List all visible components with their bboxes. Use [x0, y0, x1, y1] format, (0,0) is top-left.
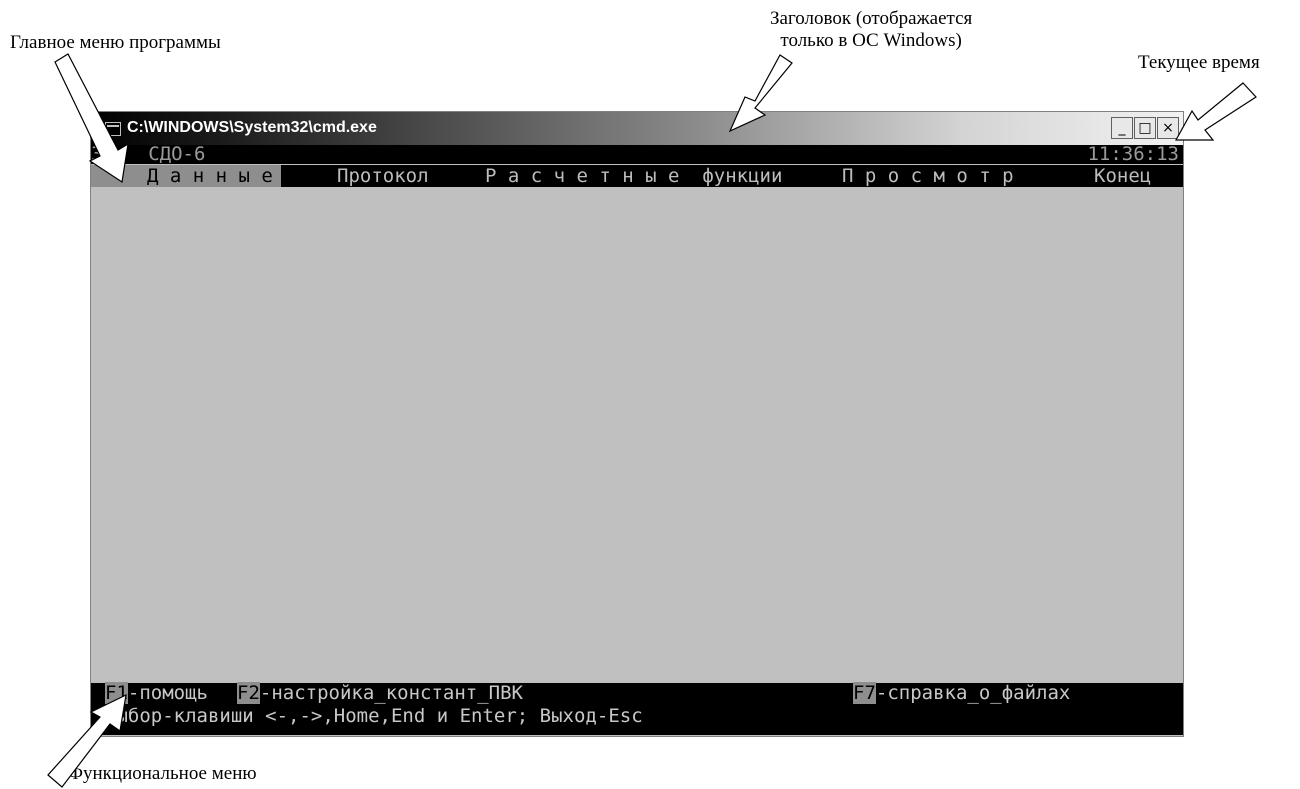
- arrow-main-menu: [54, 53, 129, 184]
- arrow-current-time: [1174, 82, 1257, 141]
- arrow-title: [728, 54, 793, 133]
- arrow-function-menu: [47, 693, 127, 788]
- callout-arrows: [47, 53, 1257, 788]
